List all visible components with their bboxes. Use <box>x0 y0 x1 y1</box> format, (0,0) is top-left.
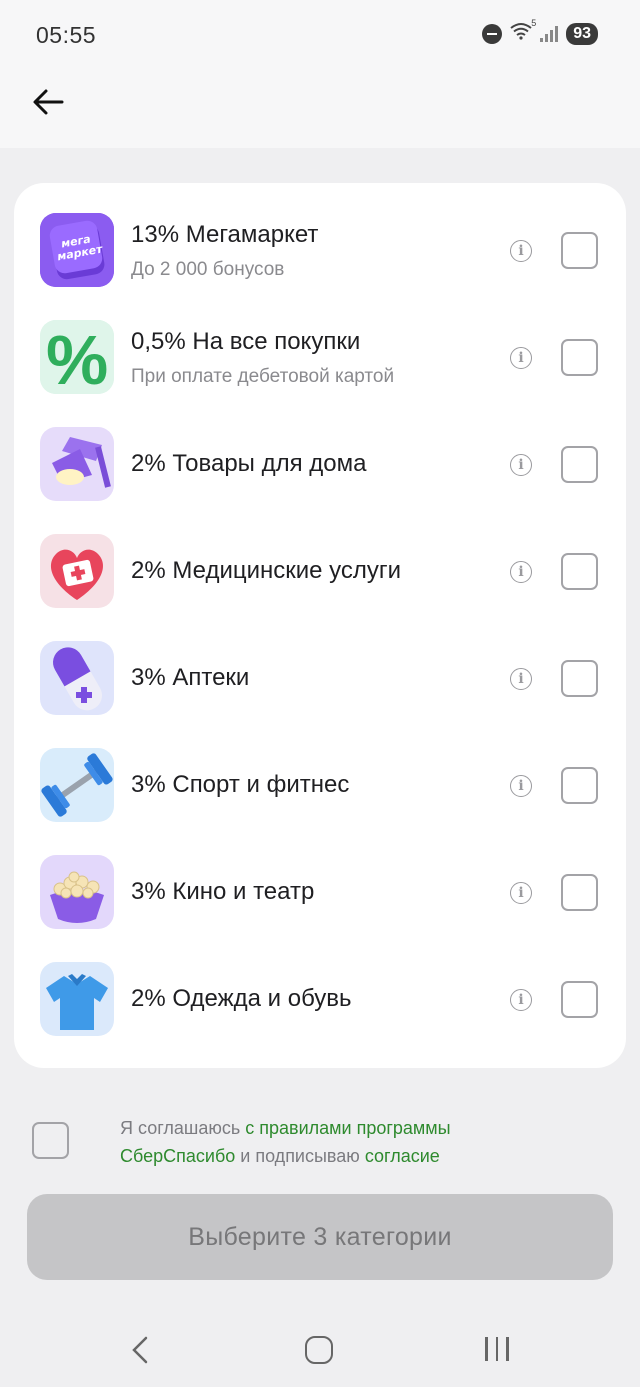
category-checkbox[interactable] <box>561 874 598 911</box>
category-title: 2% Одежда и обувь <box>131 985 352 1012</box>
popcorn-icon <box>40 855 114 929</box>
info-icon[interactable]: i <box>510 775 532 797</box>
category-checkbox[interactable] <box>561 339 598 376</box>
system-nav-bar <box>0 1300 640 1387</box>
category-item-cinema[interactable]: 3% Кино и театр i <box>14 825 626 932</box>
percent-icon: % <box>40 320 114 394</box>
category-checkbox[interactable] <box>561 232 598 269</box>
dumbbell-icon <box>40 748 114 822</box>
info-icon[interactable]: i <box>510 882 532 904</box>
percent-symbol: % <box>46 321 108 394</box>
category-checkbox[interactable] <box>561 660 598 697</box>
category-title: 3% Спорт и фитнес <box>131 771 350 798</box>
agreement-text-part1: Я соглашаюсь <box>120 1118 246 1138</box>
heart-medical-icon <box>40 534 114 608</box>
wifi-icon: 5 <box>510 18 536 45</box>
agreement-text: Я соглашаюсь с правилами программы СберС… <box>120 1114 520 1170</box>
nav-recent-apps-icon[interactable] <box>485 1337 509 1361</box>
status-bar: 05:55 5 93 <box>0 0 640 70</box>
agreement-checkbox[interactable] <box>32 1122 69 1159</box>
category-title: 13% Мегамаркет <box>131 221 319 248</box>
back-arrow-icon[interactable] <box>30 84 66 120</box>
category-subtitle: До 2 000 бонусов <box>131 259 285 280</box>
category-checkbox[interactable] <box>561 446 598 483</box>
info-icon[interactable]: i <box>510 668 532 690</box>
category-checkbox[interactable] <box>561 553 598 590</box>
category-item-medical[interactable]: 2% Медицинские услуги i <box>14 504 626 611</box>
nav-home-icon[interactable] <box>305 1336 333 1364</box>
megamarket-logo-icon: мега маркет <box>40 213 114 287</box>
category-title: 3% Кино и театр <box>131 878 315 905</box>
category-item-pharmacy[interactable]: 3% Аптеки i <box>14 611 626 718</box>
info-icon[interactable]: i <box>510 989 532 1011</box>
nav-back-icon[interactable] <box>128 1335 152 1365</box>
signal-icon <box>540 25 559 42</box>
info-icon[interactable]: i <box>510 347 532 369</box>
app-bar <box>0 70 640 148</box>
category-item-home-goods[interactable]: 2% Товары для дома i <box>14 397 626 504</box>
info-icon[interactable]: i <box>510 561 532 583</box>
categories-card: мега маркет 13% Мегамаркет До 2 000 бону… <box>14 183 626 1068</box>
agreement-text-part2: и подписываю <box>235 1146 365 1166</box>
shirt-icon <box>40 962 114 1036</box>
category-title: 3% Аптеки <box>131 664 250 691</box>
wifi-badge: 5 <box>531 18 537 28</box>
category-item-megamarket[interactable]: мега маркет 13% Мегамаркет До 2 000 бону… <box>14 183 626 290</box>
category-item-all-purchases[interactable]: % 0,5% На все покупки При оплате дебетов… <box>14 290 626 397</box>
category-checkbox[interactable] <box>561 981 598 1018</box>
info-icon[interactable]: i <box>510 454 532 476</box>
status-time: 05:55 <box>36 22 97 48</box>
select-categories-button[interactable]: Выберите 3 категории <box>27 1194 613 1280</box>
do-not-disturb-icon <box>482 23 503 44</box>
battery-indicator: 93 <box>566 22 598 45</box>
pill-icon <box>40 641 114 715</box>
category-checkbox[interactable] <box>561 767 598 804</box>
lamp-icon <box>40 427 114 501</box>
consent-link[interactable]: согласие <box>365 1146 440 1166</box>
category-title: 0,5% На все покупки <box>131 328 361 355</box>
category-title: 2% Товары для дома <box>131 450 367 477</box>
info-icon[interactable]: i <box>510 240 532 262</box>
category-subtitle: При оплате дебетовой картой <box>131 366 395 387</box>
category-item-sport[interactable]: 3% Спорт и фитнес i <box>14 718 626 825</box>
status-icons: 5 93 <box>482 18 598 45</box>
category-item-clothes[interactable]: 2% Одежда и обувь i <box>14 932 626 1039</box>
category-title: 2% Медицинские услуги <box>131 557 402 584</box>
